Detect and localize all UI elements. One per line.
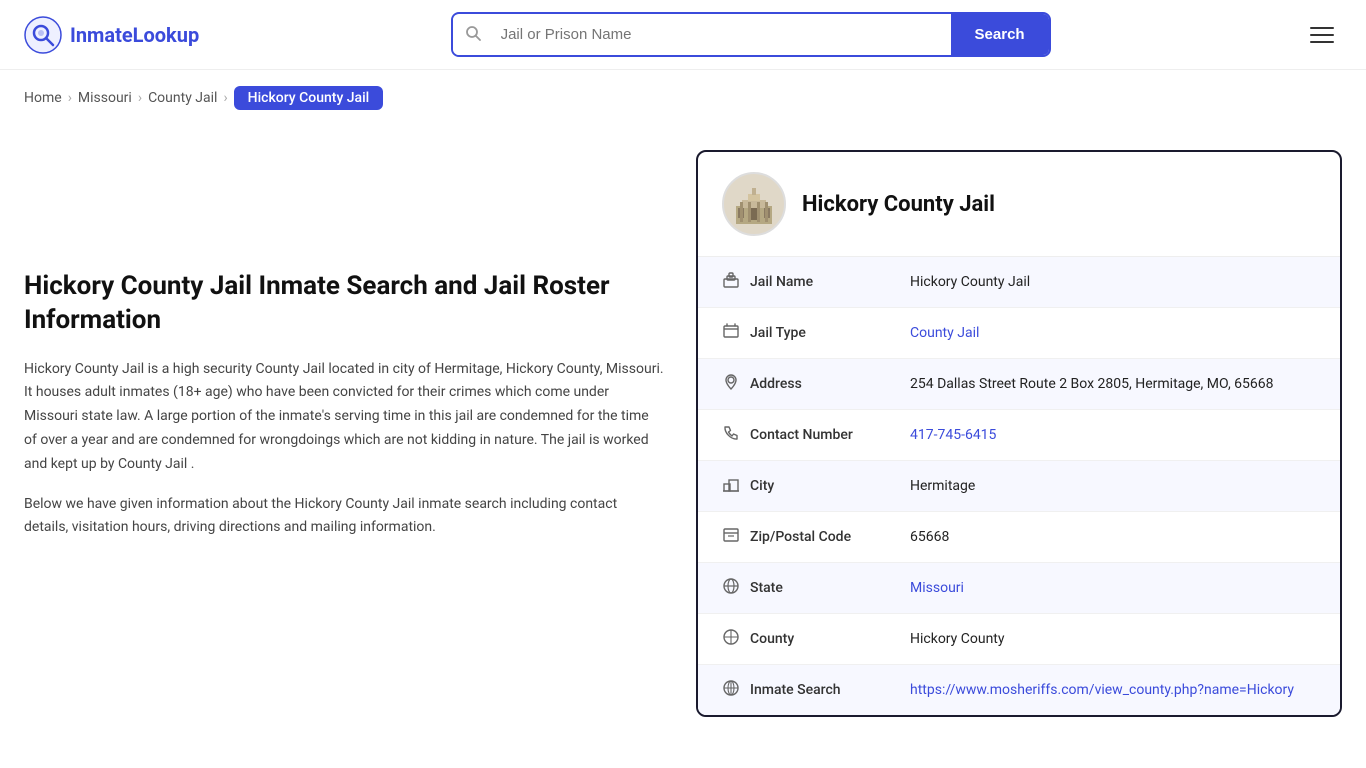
state-value: Missouri: [910, 580, 1316, 596]
breadcrumb-sep-1: ›: [68, 90, 72, 106]
search-icon: [453, 15, 493, 55]
contact-number-value: 417-745-6415: [910, 427, 1316, 443]
city-value: Hermitage: [910, 478, 1316, 494]
hamburger-line-1: [1310, 27, 1334, 29]
state-icon: [722, 577, 750, 599]
info-row-state: State Missouri: [698, 563, 1340, 614]
hamburger-line-2: [1310, 34, 1334, 36]
jail-building-icon: [728, 178, 780, 230]
info-row-county: County Hickory County: [698, 614, 1340, 665]
info-row-contact: Contact Number 417-745-6415: [698, 410, 1340, 461]
logo-link[interactable]: InmateLookup: [24, 16, 199, 54]
jail-type-label: Jail Type: [750, 325, 910, 341]
search-wrapper: Search: [451, 12, 1051, 57]
address-value: 254 Dallas Street Route 2 Box 2805, Herm…: [910, 376, 1316, 392]
info-row-jail-name: Jail Name Hickory County Jail: [698, 257, 1340, 308]
jail-type-link[interactable]: County Jail: [910, 325, 979, 341]
breadcrumb-sep-3: ›: [223, 90, 227, 106]
info-row-address: Address 254 Dallas Street Route 2 Box 28…: [698, 359, 1340, 410]
breadcrumb-missouri[interactable]: Missouri: [78, 90, 132, 106]
jail-type-icon: [722, 322, 750, 344]
info-row-jail-type: Jail Type County Jail: [698, 308, 1340, 359]
info-row-zip: Zip/Postal Code 65668: [698, 512, 1340, 563]
county-label: County: [750, 631, 910, 647]
address-label: Address: [750, 376, 910, 392]
main-content: Hickory County Jail Inmate Search and Ja…: [0, 126, 1366, 757]
logo-icon: [24, 16, 62, 54]
right-column: Hickory County Jail Jail Name Hickory Co…: [696, 150, 1342, 717]
phone-icon: [722, 424, 750, 446]
inmate-search-value: https://www.mosheriffs.com/view_county.p…: [910, 682, 1316, 698]
card-title: Hickory County Jail: [802, 192, 995, 217]
breadcrumb-county-jail[interactable]: County Jail: [148, 90, 217, 106]
card-header: Hickory County Jail: [698, 152, 1340, 257]
page-heading: Hickory County Jail Inmate Search and Ja…: [24, 270, 664, 338]
jail-name-icon: [722, 271, 750, 293]
jail-type-value: County Jail: [910, 325, 1316, 341]
inmate-search-icon: [722, 679, 750, 701]
search-area: Search: [451, 12, 1051, 57]
state-link[interactable]: Missouri: [910, 580, 964, 596]
hamburger-menu[interactable]: [1302, 19, 1342, 51]
county-value: Hickory County: [910, 631, 1316, 647]
jail-avatar: [722, 172, 786, 236]
zip-value: 65668: [910, 529, 1316, 545]
info-row-city: City Hermitage: [698, 461, 1340, 512]
inmate-search-link[interactable]: https://www.mosheriffs.com/view_county.p…: [910, 682, 1294, 698]
state-label: State: [750, 580, 910, 596]
contact-number-label: Contact Number: [750, 427, 910, 443]
zip-icon: [722, 526, 750, 548]
jail-name-value: Hickory County Jail: [910, 274, 1316, 290]
breadcrumb-sep-2: ›: [138, 90, 142, 106]
county-icon: [722, 628, 750, 650]
address-icon: [722, 373, 750, 395]
search-input[interactable]: [493, 16, 951, 53]
logo-text: InmateLookup: [70, 23, 199, 47]
city-label: City: [750, 478, 910, 494]
breadcrumb: Home › Missouri › County Jail › Hickory …: [0, 70, 1366, 126]
page-desc-2: Below we have given information about th…: [24, 493, 664, 541]
page-desc-1: Hickory County Jail is a high security C…: [24, 358, 664, 477]
city-icon: [722, 475, 750, 497]
breadcrumb-current: Hickory County Jail: [234, 86, 384, 110]
breadcrumb-home[interactable]: Home: [24, 90, 62, 106]
left-column: Hickory County Jail Inmate Search and Ja…: [24, 150, 664, 717]
info-card: Hickory County Jail Jail Name Hickory Co…: [696, 150, 1342, 717]
header: InmateLookup Search: [0, 0, 1366, 70]
info-row-inmate-search: Inmate Search https://www.mosheriffs.com…: [698, 665, 1340, 715]
jail-name-label: Jail Name: [750, 274, 910, 290]
inmate-search-label: Inmate Search: [750, 682, 910, 698]
hamburger-line-3: [1310, 41, 1334, 43]
search-button[interactable]: Search: [951, 14, 1049, 55]
zip-label: Zip/Postal Code: [750, 529, 910, 545]
phone-link[interactable]: 417-745-6415: [910, 427, 996, 443]
